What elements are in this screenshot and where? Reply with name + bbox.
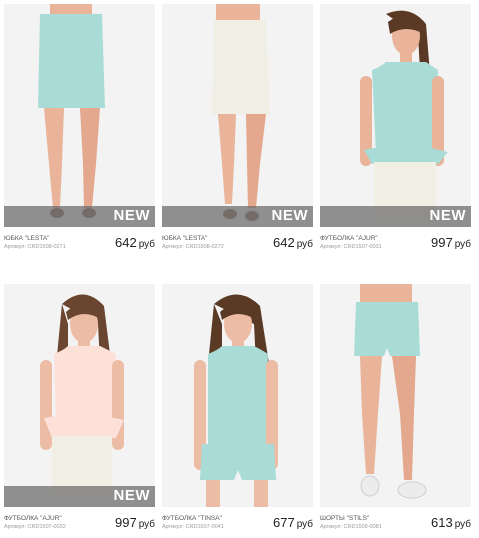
product-image[interactable]: NEW bbox=[162, 4, 313, 227]
price-value: 997 bbox=[431, 235, 453, 250]
product-image[interactable] bbox=[162, 284, 313, 507]
product-sku: Артикул: CRD1508-0272 bbox=[162, 244, 224, 250]
product-image[interactable]: NEW bbox=[320, 4, 471, 227]
product-name[interactable]: ФУТБОЛКА "AJUR" bbox=[4, 515, 62, 522]
product-name[interactable]: ЮБКА "LESTA" bbox=[162, 235, 207, 242]
product-price: 997 руб bbox=[115, 515, 155, 530]
price-currency: руб bbox=[296, 519, 313, 530]
new-badge-label: NEW bbox=[429, 207, 466, 224]
product-price: 997 руб bbox=[431, 235, 471, 250]
product-price: 642 руб bbox=[273, 235, 313, 250]
product-name[interactable]: ФУТБОЛКА "AJUR" bbox=[320, 235, 378, 242]
product-name[interactable]: ФУТБОЛКА "TINSA" bbox=[162, 515, 222, 522]
product-image[interactable]: NEW bbox=[4, 284, 155, 507]
product-sku: Артикул: CRD1509-0081 bbox=[320, 524, 382, 530]
price-currency: руб bbox=[454, 519, 471, 530]
product-price: 677 руб bbox=[273, 515, 313, 530]
new-badge: NEW bbox=[4, 486, 155, 507]
new-badge-label: NEW bbox=[271, 207, 308, 224]
product-sku: Артикул: CRD1507-0031 bbox=[320, 244, 382, 250]
product-image[interactable]: NEW bbox=[4, 4, 155, 227]
product-image[interactable] bbox=[320, 284, 471, 507]
new-badge: NEW bbox=[320, 206, 471, 227]
price-value: 613 bbox=[431, 515, 453, 530]
product-price: 642 руб bbox=[115, 235, 155, 250]
new-badge-label: NEW bbox=[113, 207, 150, 224]
price-currency: руб bbox=[138, 519, 155, 530]
new-badge: NEW bbox=[4, 206, 155, 227]
product-price: 613 руб bbox=[431, 515, 471, 530]
product-name[interactable]: ЮБКА "LESTA" bbox=[4, 235, 49, 242]
price-currency: руб bbox=[296, 239, 313, 250]
price-value: 642 bbox=[115, 235, 137, 250]
product-name[interactable]: ШОРТЫ "STILS" bbox=[320, 515, 369, 522]
product-sku: Артикул: CRD1508-0271 bbox=[4, 244, 66, 250]
new-badge-label: NEW bbox=[113, 487, 150, 504]
product-sku: Артикул: CRD1507-0041 bbox=[162, 524, 224, 530]
price-currency: руб bbox=[454, 239, 471, 250]
product-sku: Артикул: CRD1507-0032 bbox=[4, 524, 66, 530]
price-value: 997 bbox=[115, 515, 137, 530]
new-badge: NEW bbox=[162, 206, 313, 227]
price-value: 677 bbox=[273, 515, 295, 530]
price-currency: руб bbox=[138, 239, 155, 250]
price-value: 642 bbox=[273, 235, 295, 250]
